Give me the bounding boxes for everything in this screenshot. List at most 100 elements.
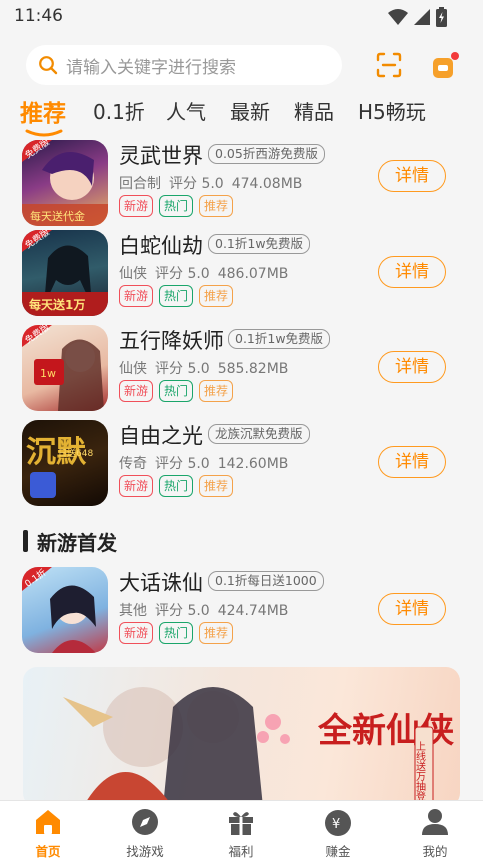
nav-label: 赚金 [325, 844, 351, 859]
game-name: 大话诛仙 [119, 571, 203, 595]
game-subtitle-badge: 0.05折西游免费版 [208, 144, 325, 164]
promo-banner[interactable]: 全新仙侠 上线送万抽登录 [23, 667, 460, 807]
tab-recommend[interactable]: 推荐 [20, 94, 66, 128]
game-art-icon: 1w 免费版 [22, 325, 104, 411]
battery-icon [436, 7, 447, 27]
game-row[interactable]: 免费版 每天送1万 白蛇仙劫 0.1折1w免费版 仙侠 评分 5.0 486.07M… [0, 230, 483, 316]
game-genre: 回合制 [119, 176, 161, 192]
game-size: 585.82MB [217, 361, 289, 377]
game-row[interactable]: 0.1折 大话诛仙 0.1折每日送1000 其他 评分 5.0 424.74MB 新… [0, 567, 483, 653]
game-name: 五行降妖师 [119, 329, 224, 353]
game-art-icon: 0.1折 [22, 567, 96, 653]
nav-label: 福利 [228, 844, 254, 859]
nav-label: 我的 [422, 844, 448, 859]
game-icon[interactable]: 沉默 日送648 [22, 420, 108, 506]
svg-text:日送648: 日送648 [58, 447, 93, 459]
game-subtitle-badge: 0.1折1w免费版 [228, 329, 331, 349]
game-tags: 新游 热门 推荐 [119, 622, 234, 644]
search-input[interactable]: 请输入关键字进行搜索 [26, 45, 342, 85]
game-icon[interactable]: 1w 免费版 [22, 325, 108, 411]
game-meta: 其他 评分 5.0 424.74MB [119, 600, 296, 620]
game-name: 灵武世界 [119, 144, 203, 168]
home-icon [36, 810, 60, 834]
game-icon[interactable]: 0.1折 [22, 567, 108, 653]
tag-hot: 热门 [159, 195, 194, 217]
nav-earn[interactable]: ¥ 赚金 [290, 801, 386, 860]
game-row[interactable]: 沉默 日送648 自由之光 龙族沉默免费版 传奇 评分 5.0 142.60MB 新… [0, 420, 483, 506]
game-row[interactable]: 免费版 每天送代金 灵武世界 0.05折西游免费版 回合制 评分 5.0 474.0… [0, 140, 483, 226]
tag-new: 新游 [119, 475, 154, 497]
tab-active-indicator [25, 129, 63, 137]
tag-hot: 热门 [159, 622, 194, 644]
svg-text:¥: ¥ [332, 817, 340, 832]
game-tags: 新游 热门 推荐 [119, 285, 234, 307]
game-icon[interactable]: 免费版 每天送1万 [22, 230, 108, 316]
banner-art: 全新仙侠 上线送万抽登录 [63, 687, 455, 807]
game-name: 自由之光 [119, 424, 203, 448]
tag-hot: 热门 [159, 475, 194, 497]
game-meta: 仙侠 评分 5.0 486.07MB [119, 263, 296, 283]
game-subtitle-badge: 0.1折每日送1000 [208, 571, 324, 591]
nav-find-games[interactable]: 找游戏 [97, 801, 193, 860]
tag-new: 新游 [119, 195, 154, 217]
status-bar: 11:46 [0, 0, 483, 34]
detail-button[interactable]: 详情 [378, 446, 446, 478]
nav-label: 首页 [35, 844, 61, 859]
scan-icon[interactable] [376, 52, 402, 78]
detail-button[interactable]: 详情 [378, 160, 446, 192]
tag-new: 新游 [119, 285, 154, 307]
tag-recommend: 推荐 [199, 622, 234, 644]
game-genre: 传奇 [119, 456, 147, 472]
money-bag-icon: ¥ [325, 810, 351, 836]
tag-new: 新游 [119, 622, 154, 644]
game-name: 白蛇仙劫 [119, 234, 203, 258]
section-header: 新游首发 [23, 528, 117, 555]
svg-text:每天送代金: 每天送代金 [30, 209, 85, 223]
gift-icon [229, 812, 253, 835]
notification-dot [451, 52, 459, 60]
game-genre: 仙侠 [119, 266, 147, 282]
detail-button[interactable]: 详情 [378, 351, 446, 383]
game-art-icon: 免费版 每天送代金 [22, 140, 108, 226]
nav-label: 找游戏 [126, 844, 164, 859]
game-rating: 评分 5.0 [155, 456, 210, 472]
game-rating: 评分 5.0 [155, 361, 210, 377]
nav-mine[interactable]: 我的 [387, 801, 483, 860]
search-icon [39, 56, 58, 75]
detail-button[interactable]: 详情 [378, 593, 446, 625]
tab-newest[interactable]: 最新 [230, 96, 270, 125]
tag-recommend: 推荐 [199, 285, 234, 307]
bottom-navigation: 首页 找游戏 福利 ¥ 赚金 我的 [0, 800, 483, 860]
game-rating: 评分 5.0 [155, 603, 210, 619]
tag-hot: 热门 [159, 285, 194, 307]
tab-premium[interactable]: 精品 [294, 96, 334, 125]
svg-text:1w: 1w [40, 367, 56, 380]
game-art-icon: 免费版 每天送1万 [22, 230, 108, 316]
tab-h5[interactable]: H5畅玩 [358, 96, 426, 125]
status-icons [388, 7, 447, 27]
wifi-icon [388, 9, 408, 25]
compass-icon [132, 809, 158, 835]
game-rating: 评分 5.0 [169, 176, 224, 192]
tag-recommend: 推荐 [199, 380, 234, 402]
tab-popular[interactable]: 人气 [166, 96, 206, 125]
tag-recommend: 推荐 [199, 475, 234, 497]
game-tags: 新游 热门 推荐 [119, 475, 234, 497]
game-tags: 新游 热门 推荐 [119, 380, 234, 402]
game-size: 142.60MB [217, 456, 289, 472]
game-icon[interactable]: 免费版 每天送代金 [22, 140, 108, 226]
game-meta: 回合制 评分 5.0 474.08MB [119, 173, 310, 193]
tab-discount[interactable]: 0.1折 [93, 96, 145, 125]
category-tabs: 推荐 0.1折 人气 最新 精品 H5畅玩 [0, 96, 483, 136]
svg-text:每天送1万: 每天送1万 [29, 297, 85, 312]
game-subtitle-badge: 0.1折1w免费版 [208, 234, 311, 254]
svg-text:上线送万抽登录: 上线送万抽登录 [414, 741, 426, 807]
game-meta: 仙侠 评分 5.0 585.82MB [119, 358, 296, 378]
nav-home[interactable]: 首页 [0, 801, 96, 860]
game-row[interactable]: 1w 免费版 五行降妖师 0.1折1w免费版 仙侠 评分 5.0 585.82MB … [0, 325, 483, 411]
nav-welfare[interactable]: 福利 [193, 801, 289, 860]
game-art-icon: 沉默 日送648 [26, 435, 93, 498]
signal-icon [414, 9, 430, 25]
detail-button[interactable]: 详情 [378, 256, 446, 288]
tag-new: 新游 [119, 380, 154, 402]
